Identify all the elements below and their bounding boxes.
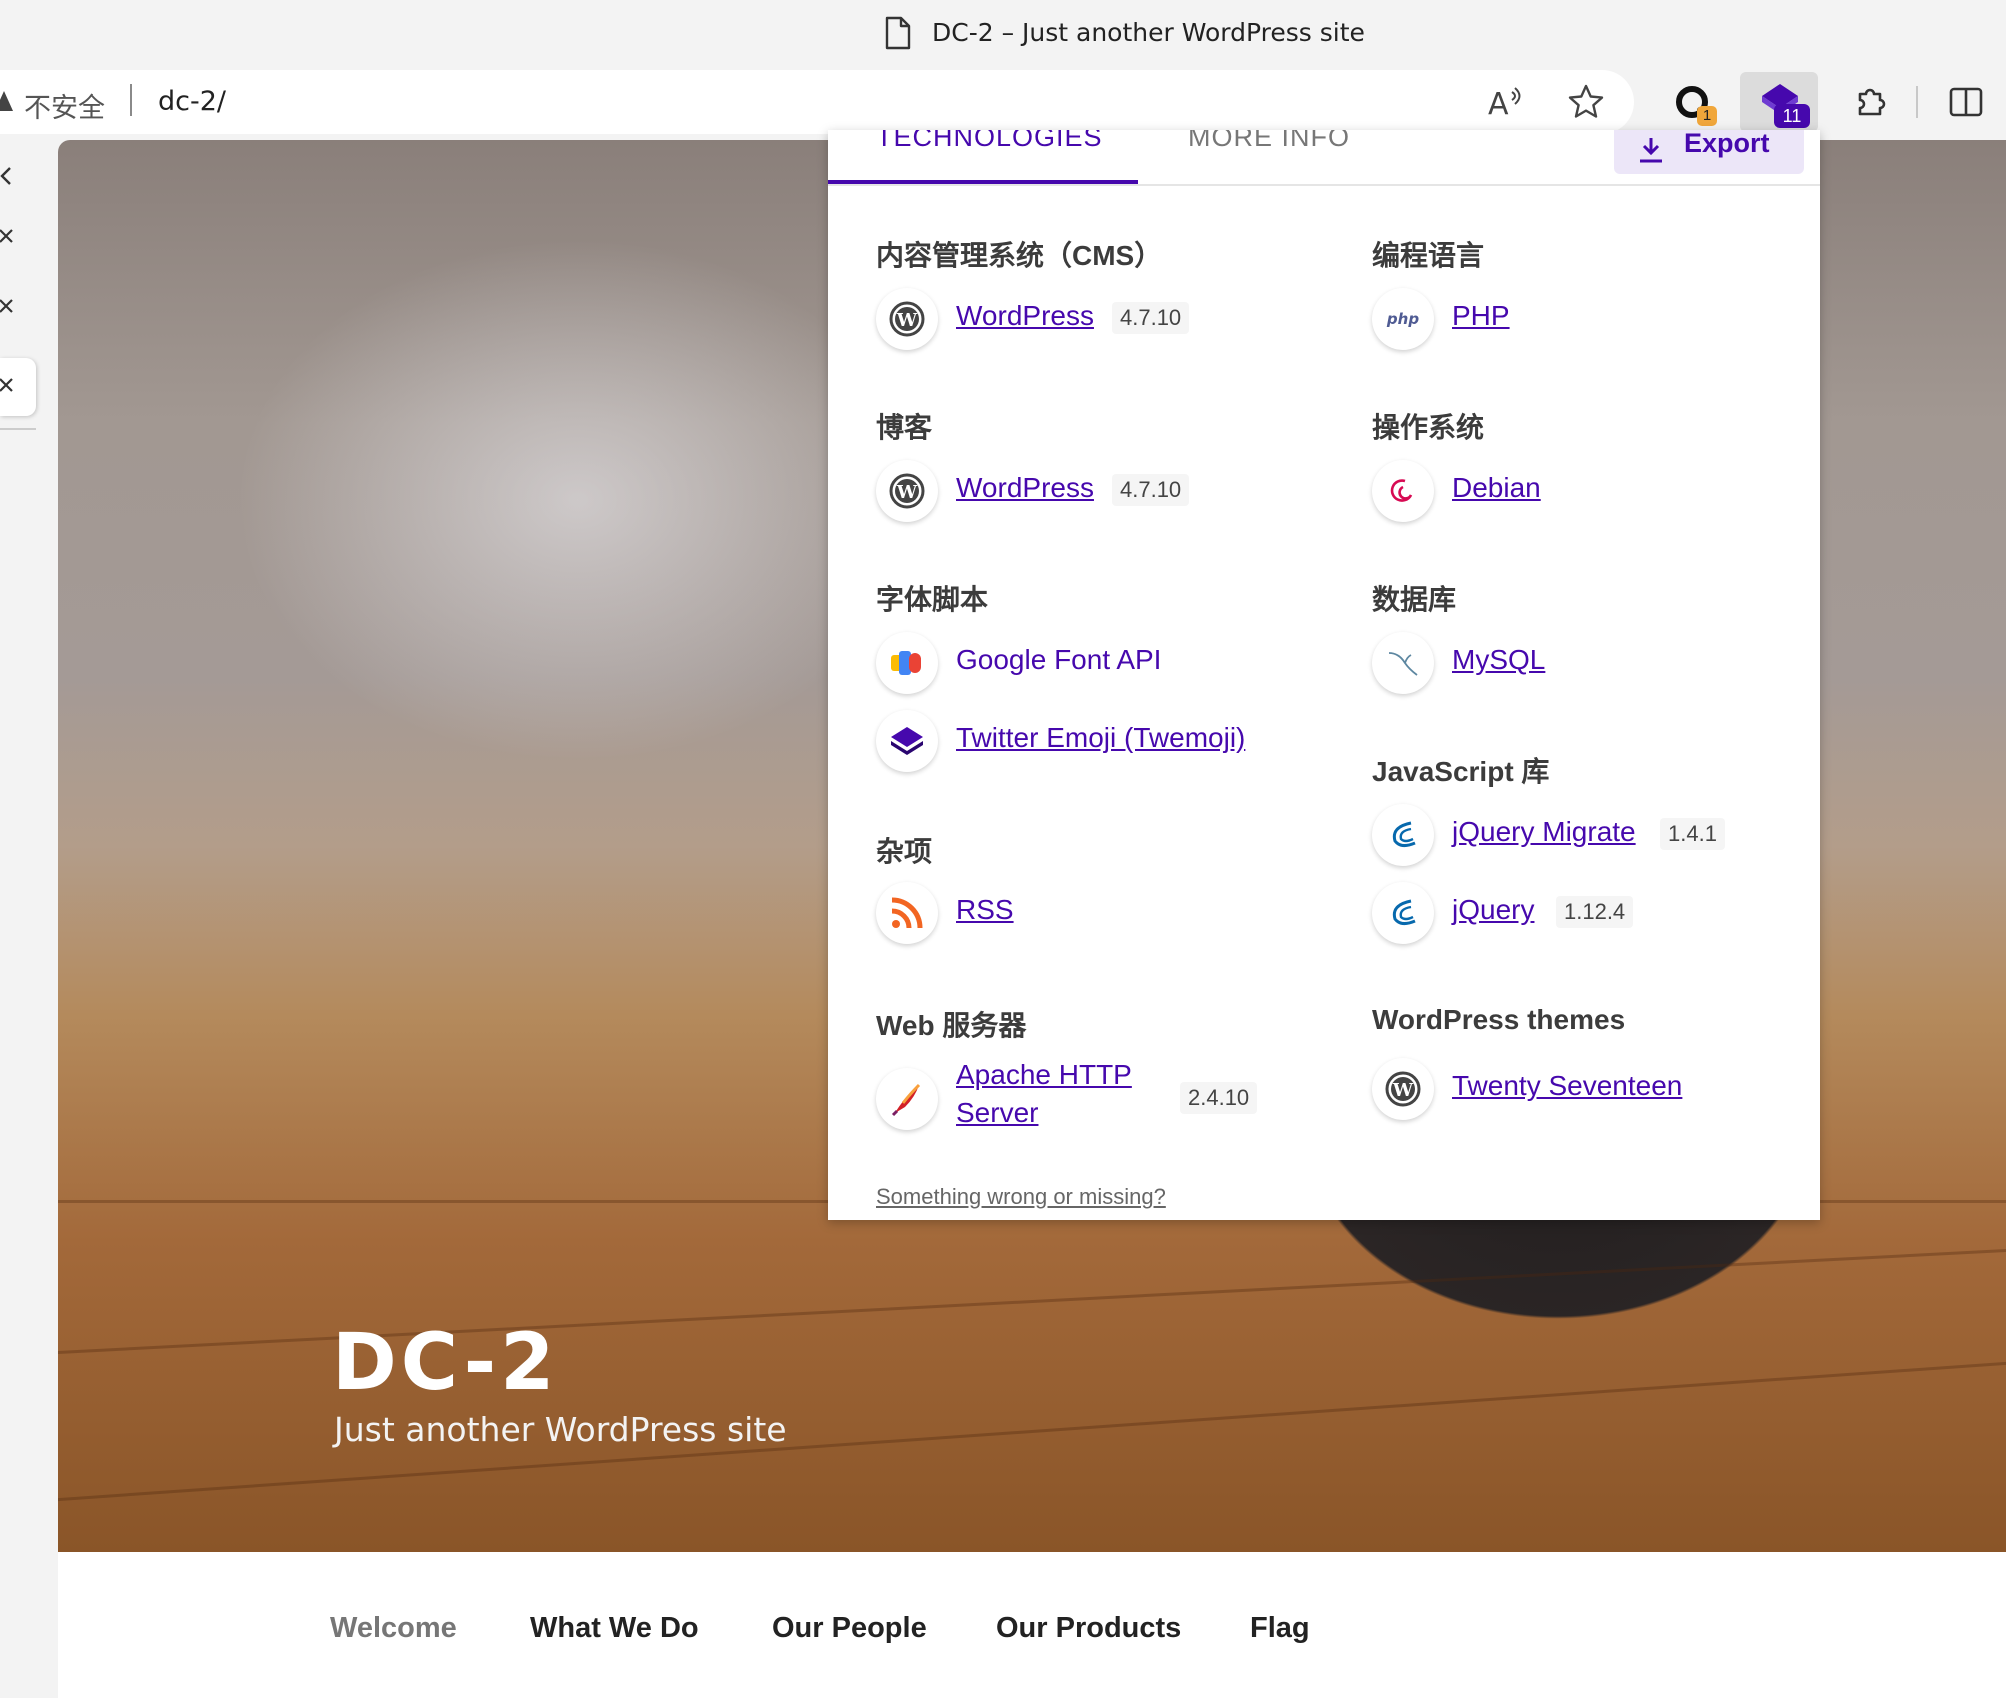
wordpress-icon: W [1372, 1058, 1434, 1120]
jquery-icon [1372, 804, 1434, 866]
twemoji-icon [876, 710, 938, 772]
category-heading: 博客 [876, 412, 933, 443]
document-icon [885, 16, 911, 50]
category-heading: JavaScript 库 [1372, 756, 1550, 787]
tech-link[interactable]: Twenty Seventeen [1452, 1070, 1682, 1102]
read-aloud-icon[interactable]: A [1486, 82, 1526, 122]
tech-link[interactable]: jQuery Migrate [1452, 816, 1636, 848]
chevron-left-icon[interactable] [0, 162, 36, 198]
category-heading: 内容管理系统（CMS） [876, 240, 1163, 271]
debian-icon [1372, 460, 1434, 522]
tech-link[interactable]: Apache HTTP Server [956, 1056, 1156, 1132]
tech-version: 4.7.10 [1112, 302, 1190, 334]
category-heading: 编程语言 [1372, 240, 1485, 271]
toolbar-divider [1916, 86, 1918, 118]
nav-our-products[interactable]: Our Products [996, 1612, 1181, 1645]
wappalyzer-popup: TECHNOLOGIES MORE INFO Export 内容管理系统（CMS… [828, 130, 1820, 1220]
nav-what-we-do[interactable]: What We Do [530, 1612, 699, 1645]
tech-version: 2.4.10 [1180, 1082, 1258, 1114]
category-heading: Web 服务器 [876, 1010, 1027, 1041]
category-heading: 操作系统 [1372, 412, 1485, 443]
svg-text:php: php [1386, 310, 1419, 328]
address-bar[interactable] [0, 70, 1634, 134]
category-heading: 数据库 [1372, 584, 1457, 615]
url-field[interactable]: dc-2/ [158, 86, 226, 117]
tech-version: 1.12.4 [1556, 896, 1634, 928]
google-font-icon [876, 632, 938, 694]
export-button[interactable]: Export [1614, 130, 1804, 174]
apache-icon [876, 1068, 938, 1130]
site-description: Just another WordPress site [334, 1410, 787, 1449]
tech-link[interactable]: jQuery [1452, 894, 1534, 926]
nav-welcome[interactable]: Welcome [330, 1612, 457, 1645]
category-heading: 字体脚本 [876, 584, 989, 615]
tech-version: 4.7.10 [1112, 474, 1190, 506]
tech-link[interactable]: MySQL [1452, 644, 1545, 676]
split-screen-icon[interactable] [1948, 84, 1984, 120]
extension-badge: 1 [1697, 106, 1717, 126]
tech-link[interactable]: RSS [956, 894, 1014, 926]
window-title: DC-2 – Just another WordPress site [932, 18, 1365, 47]
category-heading: WordPress themes [1372, 1004, 1626, 1035]
wordpress-icon: W [876, 288, 938, 350]
tech-version: 1.4.1 [1660, 818, 1725, 850]
favorite-star-icon[interactable] [1566, 82, 1606, 122]
svg-text:W: W [1392, 1080, 1414, 1101]
nav-our-people[interactable]: Our People [772, 1612, 927, 1645]
tech-link-line: Apache HTTP [956, 1059, 1132, 1090]
report-issue-link[interactable]: Something wrong or missing? [876, 1184, 1166, 1210]
close-icon[interactable] [0, 228, 36, 264]
category-heading: 杂项 [876, 836, 933, 867]
jquery-icon [1372, 882, 1434, 944]
vertical-tab-strip [0, 140, 52, 440]
tab-divider [0, 428, 36, 430]
tab-technologies[interactable]: TECHNOLOGIES [876, 130, 1103, 170]
tech-link-line: Server [956, 1097, 1039, 1128]
wordpress-icon: W [876, 460, 938, 522]
address-divider [130, 84, 132, 116]
tech-link[interactable]: PHP [1452, 300, 1510, 332]
nav-flag[interactable]: Flag [1250, 1612, 1310, 1645]
export-label: Export [1684, 130, 1770, 158]
rss-icon [876, 882, 938, 944]
tab-more-info[interactable]: MORE INFO [1188, 130, 1350, 170]
tech-link[interactable]: Google Font API [956, 644, 1161, 676]
warning-icon[interactable] [0, 90, 14, 112]
wappalyzer-badge: 11 [1774, 104, 1810, 128]
security-status[interactable]: 不安全 [24, 86, 105, 125]
php-icon: php [1372, 288, 1434, 350]
svg-text:W: W [896, 482, 918, 503]
site-title[interactable]: DC-2 [332, 1318, 558, 1408]
extensions-puzzle-icon[interactable] [1852, 84, 1888, 120]
download-icon [1640, 138, 1662, 163]
tech-link[interactable]: Twitter Emoji (Twemoji) [956, 722, 1245, 754]
close-icon[interactable] [0, 376, 20, 396]
tech-link[interactable]: Debian [1452, 472, 1541, 504]
tech-link[interactable]: WordPress [956, 472, 1094, 504]
svg-text:W: W [896, 310, 918, 331]
active-tab[interactable] [0, 358, 36, 416]
tab-divider [828, 184, 1820, 186]
tech-link[interactable]: WordPress [956, 300, 1094, 332]
close-icon[interactable] [0, 298, 36, 334]
mysql-icon [1372, 632, 1434, 694]
svg-text:A: A [1488, 87, 1509, 122]
